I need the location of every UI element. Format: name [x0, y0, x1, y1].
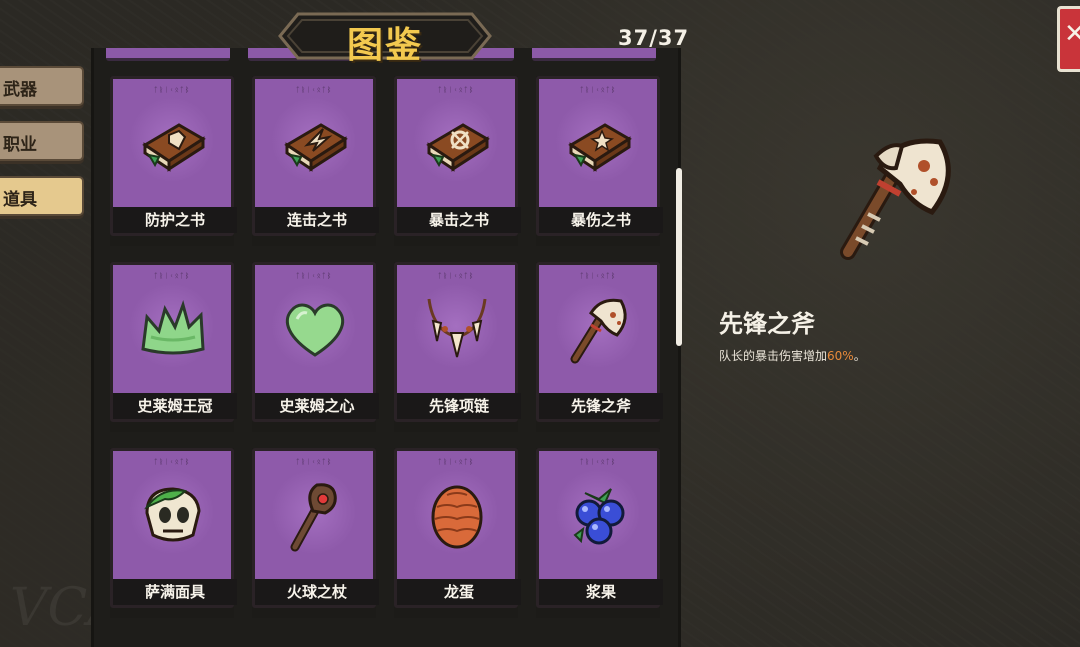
tab-label: 武器: [3, 80, 37, 100]
detail-item-name: 先锋之斧: [719, 310, 815, 338]
card-frame: ᛏᚱᛁᚲᛟᛏᛒ 浆果: [536, 448, 663, 608]
card-frame: ᛏᚱᛁᚲᛟᛏᛒ 先锋项链: [394, 262, 521, 422]
item-name: 连击之书: [255, 207, 379, 233]
tab-items[interactable]: 道具: [0, 176, 84, 216]
book-shield-icon: [142, 123, 206, 172]
card-frame: ᛏᚱᛁᚲᛟᛏᛒ 防护之书: [110, 76, 237, 236]
item-card[interactable]: ᛏᚱᛁᚲᛟᛏᛒ 先锋之斧: [536, 262, 663, 432]
book-crosshair-icon: [426, 123, 490, 172]
slime-heart-icon: [285, 303, 345, 357]
detail-description: 队长的暴击伤害增加60%。: [719, 347, 866, 364]
item-card[interactable]: ᛏᚱᛁᚲᛟᛏᛒ 连击之书: [252, 76, 379, 246]
card-frame: ᛏᚱᛁᚲᛟᛏᛒ 连击之书: [252, 76, 379, 236]
close-icon: ✕: [1064, 19, 1080, 49]
item-name: 龙蛋: [397, 579, 521, 605]
item-name: 先锋之斧: [539, 393, 663, 419]
card-frame: ᛏᚱᛁᚲᛟᛏᛒ 史莱姆王冠: [110, 262, 237, 422]
item-card[interactable]: ᛏᚱᛁᚲᛟᛏᛒ 史莱姆之心: [252, 262, 379, 432]
item-name: 暴伤之书: [539, 207, 663, 233]
card-frame: ᛏᚱᛁᚲᛟᛏᛒ 萨满面具: [110, 448, 237, 608]
item-name: 火球之杖: [255, 579, 379, 605]
desc-suffix: 。: [853, 349, 866, 363]
item-name: 防护之书: [113, 207, 237, 233]
desc-text: 队长的暴击伤害增加: [719, 349, 828, 363]
tab-label: 道具: [3, 190, 37, 210]
berry-icon: [573, 488, 625, 545]
page-title: 图鉴: [346, 25, 423, 66]
item-card[interactable]: ᛏᚱᛁᚲᛟᛏᛒ 暴击之书: [394, 76, 521, 246]
card-frame: ᛏᚱᛁᚲᛟᛏᛒ 暴伤之书: [536, 76, 663, 236]
title-banner: 图鉴: [276, 10, 494, 66]
item-name: 史莱姆王冠: [113, 393, 237, 419]
item-name: 浆果: [539, 579, 663, 605]
scrollbar[interactable]: [676, 168, 682, 346]
item-card[interactable]: ᛏᚱᛁᚲᛟᛏᛒ 火球之杖: [252, 448, 379, 618]
item-card[interactable]: ᛏᚱᛁᚲᛟᛏᛒ 史莱姆王冠: [110, 262, 237, 432]
tab-label: 职业: [3, 135, 37, 155]
collection-counter: 37/37: [618, 26, 690, 50]
card-frame: ᛏᚱᛁᚲᛟᛏᛒ 火球之杖: [252, 448, 379, 608]
card-frame: ᛏᚱᛁᚲᛟᛏᛒ 暴击之书: [394, 76, 521, 236]
desc-highlight-value: 60%: [827, 349, 854, 363]
shaman-mask-icon: [144, 487, 201, 542]
item-card[interactable]: ᛏᚱᛁᚲᛟᛏᛒ 萨满面具: [110, 448, 237, 618]
tab-weapons[interactable]: 武器: [0, 66, 84, 106]
book-strike-icon: [284, 123, 348, 172]
item-card[interactable]: ᛏᚱᛁᚲᛟᛏᛒ 浆果: [536, 448, 663, 618]
card-frame: ᛏᚱᛁᚲᛟᛏᛒ 史莱姆之心: [252, 262, 379, 422]
item-name: 先锋项链: [397, 393, 521, 419]
item-card[interactable]: ᛏᚱᛁᚲᛟᛏᛒ 龙蛋: [394, 448, 521, 618]
dragon-egg-icon: [431, 485, 483, 549]
card-frame: ᛏᚱᛁᚲᛟᛏᛒ 龙蛋: [394, 448, 521, 608]
item-name: 萨满面具: [113, 579, 237, 605]
slime-crown-icon: [141, 300, 205, 355]
axe-icon: [570, 298, 627, 364]
item-grid[interactable]: ᛏᚱᛁᚲᛟᛏᛒ 防护之书 ᛏᚱᛁᚲᛟᛏᛒ 连击之书 ᛏᚱᛁᚲᛟᛏᛒ 暴击之书 ᛏ…: [91, 48, 681, 647]
item-card[interactable]: ᛏᚱᛁᚲᛟᛏᛒ 暴伤之书: [536, 76, 663, 246]
axe-icon: [840, 138, 951, 260]
item-name: 史莱姆之心: [255, 393, 379, 419]
close-button[interactable]: ✕: [1057, 6, 1080, 72]
fire-staff-icon: [290, 483, 337, 552]
item-name: 暴击之书: [397, 207, 521, 233]
item-card[interactable]: ᛏᚱᛁᚲᛟᛏᛒ 先锋项链: [394, 262, 521, 432]
book-star-icon: [568, 123, 632, 172]
card-frame: ᛏᚱᛁᚲᛟᛏᛒ 先锋之斧: [536, 262, 663, 422]
tab-class[interactable]: 职业: [0, 121, 84, 161]
item-card[interactable]: ᛏᚱᛁᚲᛟᛏᛒ 防护之书: [110, 76, 237, 246]
fang-necklace-icon: [427, 298, 487, 358]
